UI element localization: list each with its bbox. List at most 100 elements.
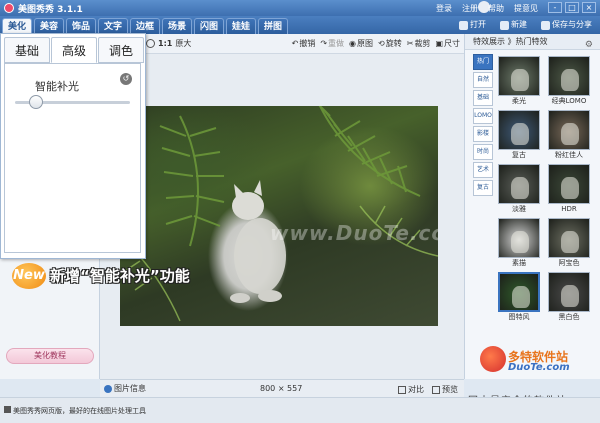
effect-label: 黑白色 bbox=[558, 313, 580, 321]
effect-thumbnail[interactable]: 素描 bbox=[498, 218, 540, 269]
gear-icon[interactable]: ⚙ bbox=[585, 37, 593, 53]
effect-preview-image bbox=[548, 56, 590, 96]
size-button[interactable]: ▣ 尺寸 bbox=[435, 38, 460, 49]
effect-label: 阿宝色 bbox=[558, 259, 580, 267]
edited-photo[interactable]: www.DuoTe.com bbox=[120, 106, 438, 326]
effect-category-tab[interactable]: 自然 bbox=[473, 72, 493, 88]
canvas-toolbar: 1:1 原大 ↶ 撤销 ↷ 重做 ◉ 原图 ⟲ 旋转 ✂ 裁剪 ▣ 尺寸 bbox=[146, 34, 464, 54]
effect-thumbnail[interactable]: 粉红佳人 bbox=[548, 110, 590, 161]
zoom-control[interactable]: 1:1 原大 bbox=[146, 38, 191, 49]
rotate-icon: ⟲ bbox=[378, 39, 385, 48]
popup-tab[interactable]: 基础 bbox=[4, 37, 50, 63]
effect-label: 柔光 bbox=[512, 97, 526, 105]
effect-preview-image bbox=[498, 218, 540, 258]
close-button[interactable]: × bbox=[582, 2, 596, 13]
slider-handle[interactable] bbox=[28, 95, 43, 109]
compare-icon bbox=[398, 385, 406, 394]
login-link[interactable]: 登录 bbox=[436, 3, 452, 14]
zoom-ratio: 1:1 bbox=[158, 39, 173, 48]
redo-button[interactable]: ↷ 重做 bbox=[320, 38, 344, 49]
minimize-button[interactable]: - bbox=[548, 2, 562, 13]
effect-category-tab[interactable]: 艺术 bbox=[473, 162, 493, 178]
effect-label: 复古 bbox=[512, 151, 526, 159]
register-link[interactable]: 注册 bbox=[462, 3, 478, 14]
feedback-link[interactable]: 提意见 bbox=[514, 3, 538, 14]
main-tab[interactable]: 拼图 bbox=[258, 18, 288, 34]
photo-artwork bbox=[124, 106, 438, 322]
title-bar: 美图秀秀 3.1.1 登录 注册 帮助 提意见 - □ × bbox=[0, 0, 600, 16]
compare-label: 对比 bbox=[408, 385, 424, 394]
help-link[interactable]: 帮助 bbox=[488, 3, 504, 14]
effect-thumbnail[interactable]: 黑白色 bbox=[548, 272, 590, 323]
effect-category-tab[interactable]: 时尚 bbox=[473, 144, 493, 160]
undo-button[interactable]: ↶ 撤销 bbox=[292, 38, 316, 49]
info-icon bbox=[104, 384, 112, 393]
effect-category-tab[interactable]: 基础 bbox=[473, 90, 493, 106]
preview-button[interactable]: 预览 bbox=[432, 384, 458, 395]
effect-preview-image bbox=[548, 272, 590, 312]
effect-label: 图特风 bbox=[508, 313, 530, 321]
original-icon: ◉ bbox=[349, 39, 357, 48]
tutorial-button[interactable]: 美化教程 bbox=[6, 348, 94, 364]
effect-category-tab[interactable]: LOMO bbox=[473, 108, 493, 124]
effect-preview-image bbox=[548, 110, 590, 150]
save-label: 保存与分享 bbox=[552, 20, 592, 29]
effect-category-tab[interactable]: 影楼 bbox=[473, 126, 493, 142]
main-tab[interactable]: 场景 bbox=[162, 18, 192, 34]
crop-button[interactable]: ✂ 裁剪 bbox=[407, 38, 431, 49]
preview-label: 预览 bbox=[442, 385, 458, 394]
site-logo: 多特软件站 DuoTe.com 国内最安全的软件站 bbox=[468, 346, 598, 407]
open-button[interactable]: 打开 bbox=[455, 18, 490, 32]
image-info-button[interactable]: 图片信息 bbox=[104, 383, 146, 394]
save-share-button[interactable]: 保存与分享 bbox=[537, 18, 596, 32]
compare-button[interactable]: 对比 bbox=[398, 384, 424, 395]
effect-thumbnail[interactable]: 阿宝色 bbox=[548, 218, 590, 269]
main-tab[interactable]: 边框 bbox=[130, 18, 160, 34]
reset-icon[interactable]: ↺ bbox=[120, 73, 132, 85]
effect-label: HDR bbox=[561, 205, 577, 213]
main-tab[interactable]: 美化 bbox=[2, 18, 32, 34]
maximize-button[interactable]: □ bbox=[565, 2, 579, 13]
smart-fill-light-label: 智能补光 bbox=[35, 80, 79, 93]
effects-header: 特效展示 》热门特效 ⚙ bbox=[465, 34, 600, 50]
effect-category-tab[interactable]: 热门 bbox=[473, 54, 493, 70]
site-watermark: www.DuoTe.com bbox=[270, 221, 438, 245]
effect-label: 素描 bbox=[512, 259, 526, 267]
status-message: 美图秀秀网页版，最好的在线图片处理工具 bbox=[4, 406, 146, 416]
zoom-original-label: 原大 bbox=[175, 39, 192, 48]
redo-label: 重做 bbox=[328, 39, 345, 48]
logo-url: DuoTe.com bbox=[508, 362, 570, 373]
rotate-button[interactable]: ⟲ 旋转 bbox=[378, 38, 402, 49]
effect-thumbnail[interactable]: 淡雅 bbox=[498, 164, 540, 215]
plus-icon bbox=[500, 20, 509, 30]
effect-thumbnail[interactable]: 柔光 bbox=[498, 56, 540, 107]
effect-thumbnail[interactable]: 图特风 bbox=[498, 272, 540, 323]
new-button[interactable]: 新建 bbox=[496, 18, 531, 32]
canvas-bottom-bar: 图片信息 800 × 557 对比 预览 bbox=[100, 379, 464, 397]
main-tab[interactable]: 娃娃 bbox=[226, 18, 256, 34]
open-label: 打开 bbox=[470, 20, 486, 29]
popup-tab[interactable]: 调色 bbox=[98, 37, 144, 63]
main-tab[interactable]: 美容 bbox=[34, 18, 64, 34]
effect-thumbnails: 柔光 经典LOMO 复古 粉红佳人淡雅 HDR 素描 阿宝色图特风 黑白色 bbox=[498, 56, 596, 323]
rotate-label: 旋转 bbox=[385, 39, 402, 48]
effect-preview-image bbox=[548, 218, 590, 258]
size-label: 尺寸 bbox=[444, 39, 460, 48]
main-tab[interactable]: 闪图 bbox=[194, 18, 224, 34]
effect-thumbnail[interactable]: HDR bbox=[548, 164, 590, 215]
popup-tab[interactable]: 高级 bbox=[51, 37, 97, 63]
main-tab[interactable]: 文字 bbox=[98, 18, 128, 34]
main-tab[interactable]: 饰品 bbox=[66, 18, 96, 34]
original-button[interactable]: ◉ 原图 bbox=[349, 38, 373, 49]
folder-icon bbox=[459, 20, 468, 30]
undo-label: 撤销 bbox=[299, 39, 316, 48]
effect-thumbnail[interactable]: 经典LOMO bbox=[548, 56, 590, 107]
effect-category-tab[interactable]: 复古 bbox=[473, 180, 493, 196]
effect-categories: 热门自然基础 LOMO 影楼时尚艺术复古 bbox=[473, 54, 493, 196]
effect-label: 淡雅 bbox=[512, 205, 526, 213]
effect-thumbnail[interactable]: 复古 bbox=[498, 110, 540, 161]
effects-breadcrumb: 特效展示 》热门特效 bbox=[473, 37, 548, 46]
app-logo-icon bbox=[4, 3, 14, 13]
popup-body: 智能补光 ↺ bbox=[4, 63, 141, 253]
new-badge: New bbox=[12, 263, 46, 289]
